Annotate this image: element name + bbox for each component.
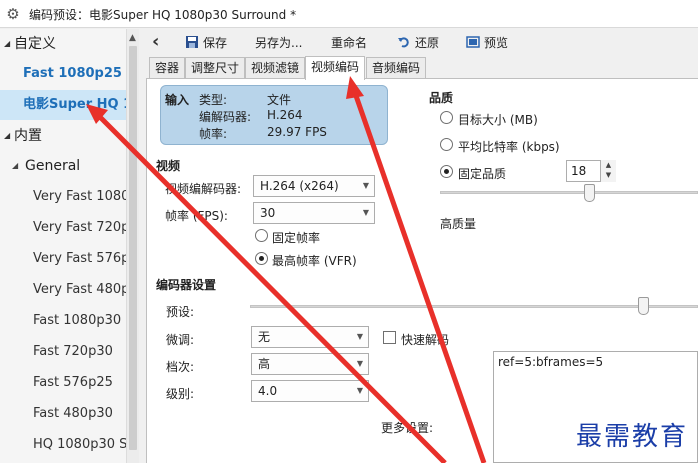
video-encoder-value: H.264 (x264) <box>260 179 339 193</box>
save-label: 保存 <box>203 36 228 50</box>
tune-label: 微调: <box>166 333 195 347</box>
tab-video-encoding[interactable]: 视频编码 <box>305 56 366 80</box>
sidebar-item[interactable]: Fast 1080p30 <box>0 306 126 336</box>
save-disk-icon <box>186 36 198 48</box>
collapse-triangle-icon[interactable]: ◢ <box>4 121 10 151</box>
input-fps-label: 帧率: <box>199 127 228 141</box>
chevron-down-icon: ▼ <box>362 208 369 217</box>
sidebar-group-label: General <box>25 158 81 174</box>
preset-label: 预设: <box>166 305 195 319</box>
tab-video-filters[interactable]: 视频滤镜 <box>245 57 306 79</box>
sidebar-item[interactable]: HQ 1080p30 Surround <box>0 430 126 460</box>
save-button[interactable]: 保存 <box>185 35 227 51</box>
video-encoder-label: 视频编解码器: <box>165 182 242 196</box>
profile-select[interactable]: 高 ▼ <box>251 353 369 375</box>
chevron-down-icon: ▼ <box>356 332 363 341</box>
gear-icon[interactable]: ⚙ <box>4 5 22 23</box>
framerate-select[interactable]: 30 ▼ <box>253 202 375 224</box>
scrollbar-thumb[interactable] <box>129 46 137 450</box>
encoder-preset-slider[interactable] <box>250 305 698 308</box>
undo-icon <box>398 37 409 48</box>
peak-fps-label: 最高帧率 (VFR) <box>272 254 357 268</box>
scroll-up-icon[interactable]: ▲ <box>129 33 136 43</box>
preset-sidebar: ◢ 自定义 Fast 1080p25 电影Super HQ 1080p30 Su… <box>0 29 126 463</box>
target-size-label: 目标大小 (MB) <box>458 113 538 127</box>
watermark-text: 最需教育 <box>576 422 689 452</box>
tab-dimensions[interactable]: 调整尺寸 <box>185 57 246 79</box>
preview-label: 预览 <box>484 36 509 50</box>
level-select[interactable]: 4.0 ▼ <box>251 380 369 402</box>
fast-decode-label: 快速解码 <box>401 333 450 347</box>
constant-fps-radio[interactable] <box>255 229 268 242</box>
video-heading: 视频 <box>156 159 181 173</box>
sidebar-item[interactable]: Very Fast 720p30 <box>0 213 126 243</box>
collapse-triangle-icon[interactable]: ◢ <box>4 29 10 59</box>
video-encoder-select[interactable]: H.264 (x264) ▼ <box>253 175 375 197</box>
sidebar-item-fast-1080p25[interactable]: Fast 1080p25 <box>0 59 126 89</box>
more-settings-label: 更多设置: <box>381 421 434 435</box>
input-fps-value: 29.97 FPS <box>267 125 327 139</box>
avg-bitrate-radio[interactable] <box>440 138 453 151</box>
tab-audio-encoding[interactable]: 音频编码 <box>366 57 427 79</box>
save-as-button[interactable]: 另存为... <box>255 35 302 51</box>
fast-decode-checkbox[interactable] <box>383 331 396 344</box>
constant-quality-label: 固定品质 <box>458 167 507 181</box>
sidebar-group-general[interactable]: ◢ General <box>0 151 126 181</box>
input-heading: 输入 <box>165 93 190 107</box>
level-value: 4.0 <box>258 384 278 398</box>
sidebar-group-custom[interactable]: ◢ 自定义 <box>0 29 126 59</box>
target-size-radio[interactable] <box>440 111 453 124</box>
framerate-value: 30 <box>260 206 276 220</box>
collapse-triangle-icon[interactable]: ◢ <box>12 151 18 181</box>
encoder-preset-slider-thumb[interactable] <box>638 297 649 315</box>
sidebar-item[interactable]: Fast 720p30 <box>0 337 126 367</box>
input-type-label: 类型: <box>199 93 228 107</box>
quality-slider-thumb[interactable] <box>584 184 595 202</box>
chevron-down-icon: ▼ <box>356 386 363 395</box>
window-title: 编码预设：电影Super HQ 1080p30 Surround * <box>29 8 297 22</box>
sidebar-item-selected-preset[interactable]: 电影Super HQ 1080p30 Surround <box>0 90 126 120</box>
tune-value: 无 <box>258 330 271 344</box>
encoder-settings-heading: 编码器设置 <box>156 278 217 292</box>
revert-button[interactable]: 还原 <box>397 35 439 51</box>
high-quality-label: 高质量 <box>440 217 477 231</box>
sidebar-item[interactable]: Fast 480p30 <box>0 399 126 429</box>
tune-select[interactable]: 无 ▼ <box>251 326 369 348</box>
level-label: 级别: <box>166 387 195 401</box>
avg-bitrate-label: 平均比特率 (kbps) <box>458 140 560 154</box>
profile-value: 高 <box>258 357 271 371</box>
framerate-label: 帧率 (FPS): <box>165 209 228 223</box>
chevron-down-icon: ▼ <box>362 181 369 190</box>
input-codec-label: 编解码器: <box>199 110 252 124</box>
peak-fps-radio[interactable] <box>255 252 268 265</box>
revert-label: 还原 <box>415 36 440 50</box>
spin-arrows-icon[interactable]: ▲ ▼ <box>600 160 616 182</box>
back-arrow-icon[interactable]: ‹ <box>152 31 159 52</box>
quality-slider[interactable] <box>440 191 698 194</box>
quality-heading: 品质 <box>429 91 454 105</box>
preview-button[interactable]: 预览 <box>466 35 508 51</box>
chevron-down-icon: ▼ <box>356 359 363 368</box>
tab-container[interactable]: 容器 <box>149 57 186 79</box>
constant-quality-radio[interactable] <box>440 165 453 178</box>
sidebar-item[interactable]: Fast 576p25 <box>0 368 126 398</box>
input-codec-value: H.264 <box>267 108 303 122</box>
sidebar-item[interactable]: Very Fast 480p30 <box>0 275 126 305</box>
constant-fps-label: 固定帧率 <box>272 231 321 245</box>
rename-button[interactable]: 重命名 <box>331 35 367 51</box>
sidebar-item[interactable]: Very Fast 1080p30 <box>0 182 126 212</box>
sidebar-group-label: 内置 <box>14 128 42 144</box>
sidebar-group-builtin[interactable]: ◢ 内置 <box>0 121 126 151</box>
profile-label: 档次: <box>166 360 195 374</box>
sidebar-group-label: 自定义 <box>14 36 56 52</box>
sidebar-item[interactable]: Very Fast 576p25 <box>0 244 126 274</box>
input-type-value: 文件 <box>267 93 292 107</box>
preview-icon <box>466 36 480 48</box>
